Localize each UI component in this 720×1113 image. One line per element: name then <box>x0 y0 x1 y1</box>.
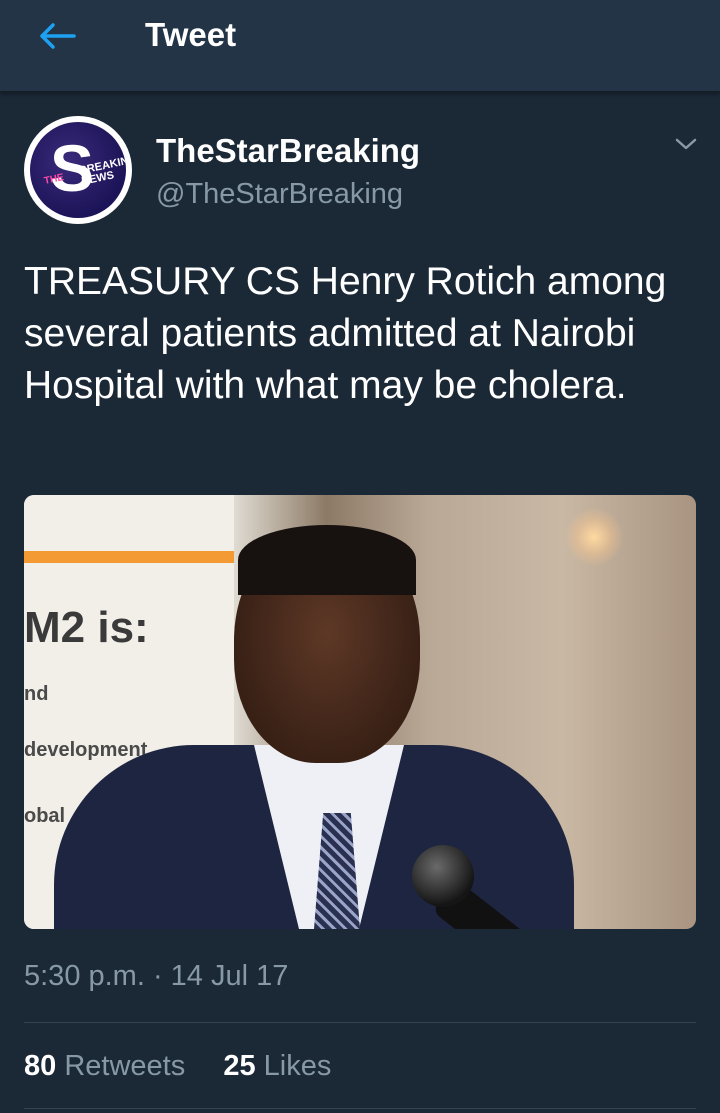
tweet-media-image[interactable]: M2 is: nd development obal <box>24 495 696 929</box>
banner-stripe <box>24 551 234 563</box>
likes-stat[interactable]: 25 Likes <box>223 1050 331 1082</box>
banner-text-line: M2 is: <box>24 603 149 652</box>
likes-count: 25 <box>223 1050 256 1082</box>
tweet-timestamp: 5:30 p.m. · 14 Jul 17 <box>24 960 289 992</box>
retweets-stat[interactable]: 80 Retweets <box>24 1050 193 1082</box>
microphone <box>412 845 474 907</box>
tweet-text: TREASURY CS Henry Rotich among several p… <box>24 260 667 407</box>
person-hair <box>238 525 416 595</box>
banner-text-line: obal <box>24 805 66 827</box>
page-title: Tweet <box>145 16 237 53</box>
banner-text-line: nd <box>24 683 49 705</box>
divider <box>24 1022 696 1023</box>
author-name[interactable]: TheStarBreaking <box>156 132 420 170</box>
back-button[interactable] <box>28 16 86 60</box>
background-light <box>564 507 624 567</box>
arrow-left-icon <box>37 21 77 56</box>
author-handle[interactable]: @TheStarBreaking <box>156 178 403 211</box>
retweets-label: Retweets <box>64 1050 186 1082</box>
banner-text-line: development <box>24 739 148 761</box>
divider <box>24 1108 696 1109</box>
tweet-stats: 80 Retweets 25 Likes <box>24 1050 331 1083</box>
avatar[interactable]: S BREAKING NEWS THE <box>24 116 132 224</box>
chevron-down-icon <box>674 136 698 157</box>
tweet-menu-button[interactable] <box>672 132 700 160</box>
retweets-count: 80 <box>24 1050 57 1082</box>
top-bar: Tweet <box>0 0 720 92</box>
avatar-logo: S BREAKING NEWS THE <box>30 122 126 218</box>
likes-label: Likes <box>263 1050 332 1082</box>
